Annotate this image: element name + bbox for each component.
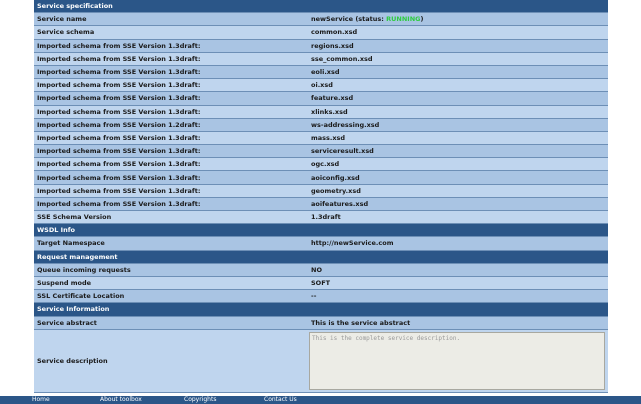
queue-requests-label: Queue incoming requests bbox=[37, 265, 131, 274]
row-value: mass.xsd bbox=[311, 133, 346, 142]
row-service-description: Service description This is the complete… bbox=[34, 329, 608, 393]
table-row: Imported schema from SSE Version 1.3draf… bbox=[34, 131, 608, 146]
service-name-label: Service name bbox=[37, 15, 87, 24]
row-label: Imported schema from SSE Version 1.3draf… bbox=[37, 68, 201, 77]
row-value: eoli.xsd bbox=[311, 68, 340, 77]
row-label: Imported schema from SSE Version 1.3draf… bbox=[37, 54, 201, 63]
row-value: common.xsd bbox=[311, 28, 358, 37]
row-value: sse_common.xsd bbox=[311, 54, 373, 63]
queue-requests-value: NO bbox=[311, 265, 322, 274]
service-name-value: newService (status: RUNNING) bbox=[307, 15, 608, 23]
row-ssl-certificate: SSL Certificate Location -- bbox=[34, 290, 608, 304]
row-value: geometry.xsd bbox=[311, 186, 361, 195]
row-label: Service schema bbox=[37, 28, 95, 37]
service-name-text: newService (status: bbox=[311, 15, 387, 24]
row-suspend-mode: Suspend mode SOFT bbox=[34, 276, 608, 291]
ssl-certificate-value: -- bbox=[311, 292, 317, 301]
row-value: serviceresult.xsd bbox=[311, 147, 374, 156]
row-value: ogc.xsd bbox=[311, 160, 340, 169]
table-row: Imported schema from SSE Version 1.3draf… bbox=[34, 145, 608, 159]
row-label: SSE Schema Version bbox=[37, 213, 112, 222]
row-label: Imported schema from SSE Version 1.3draf… bbox=[37, 173, 201, 182]
footer-link-home[interactable]: Home bbox=[32, 396, 50, 404]
table-row: Imported schema from SSE Version 1.3draf… bbox=[34, 158, 608, 172]
row-label: Imported schema from SSE Version 1.3draf… bbox=[37, 107, 201, 116]
row-label: Imported schema from SSE Version 1.3draf… bbox=[37, 160, 201, 169]
service-name-suffix: ) bbox=[420, 15, 424, 24]
service-abstract-value: This is the service abstract bbox=[311, 318, 411, 327]
service-description-label: Service description bbox=[37, 356, 108, 365]
row-label: Imported schema from SSE Version 1.3draf… bbox=[37, 94, 201, 103]
section-header-service-spec: Service specification bbox=[34, 0, 608, 14]
row-value: regions.xsd bbox=[311, 41, 354, 50]
section-header-request: Request management bbox=[34, 250, 608, 264]
footer-bar: Home About toolbox Copyrights Contact Us bbox=[0, 396, 641, 404]
row-target-namespace: Target Namespace http://newService.com bbox=[34, 237, 608, 251]
row-queue-requests: Queue incoming requests NO bbox=[34, 263, 608, 277]
service-description-field[interactable]: This is the complete service description… bbox=[309, 331, 605, 390]
service-status: RUNNING bbox=[386, 15, 421, 24]
section-header-service-info: Service Information bbox=[34, 303, 608, 317]
table-row: SSE Schema Version 1.3draft bbox=[34, 211, 608, 225]
row-label: Imported schema from SSE Version 1.3draf… bbox=[37, 81, 201, 90]
table-row: Imported schema from SSE Version 1.3draf… bbox=[34, 105, 608, 119]
row-label: Imported schema from SSE Version 1.2draf… bbox=[37, 120, 201, 129]
table-row: Imported schema from SSE Version 1.2draf… bbox=[34, 118, 608, 132]
row-label: Imported schema from SSE Version 1.3draf… bbox=[37, 147, 201, 156]
section-header-wsdl: WSDL Info bbox=[34, 224, 608, 238]
ssl-certificate-label: SSL Certificate Location bbox=[37, 292, 125, 301]
row-value: feature.xsd bbox=[311, 94, 354, 103]
service-abstract-label: Service abstract bbox=[37, 318, 97, 327]
row-service-abstract: Service abstract This is the service abst… bbox=[34, 316, 608, 330]
target-namespace-value: http://newService.com bbox=[311, 239, 394, 248]
service-spec-panel: Service specification Service name newSe… bbox=[34, 0, 608, 393]
row-service-name: Service name newService (status: RUNNING… bbox=[34, 13, 608, 27]
target-namespace-label: Target Namespace bbox=[37, 239, 105, 248]
table-row: Imported schema from SSE Version 1.3draf… bbox=[34, 197, 608, 211]
table-row: Imported schema from SSE Version 1.3draf… bbox=[34, 65, 608, 80]
row-value: oi.xsd bbox=[311, 81, 333, 90]
row-label: Imported schema from SSE Version 1.3draf… bbox=[37, 199, 201, 208]
footer-link-about-toolbox[interactable]: About toolbox bbox=[100, 396, 142, 404]
row-label: Imported schema from SSE Version 1.3draf… bbox=[37, 41, 201, 50]
row-value: aoifeatures.xsd bbox=[311, 199, 369, 208]
row-value: aoiconfig.xsd bbox=[311, 173, 360, 182]
row-label: Imported schema from SSE Version 1.3draf… bbox=[37, 133, 201, 142]
suspend-mode-value: SOFT bbox=[311, 279, 331, 288]
service-description-container: This is the complete service description… bbox=[307, 330, 608, 392]
row-value: 1.3draft bbox=[311, 213, 341, 222]
row-value: xlinks.xsd bbox=[311, 107, 348, 116]
row-value: ws-addressing.xsd bbox=[311, 120, 380, 129]
row-label: Imported schema from SSE Version 1.3draf… bbox=[37, 186, 201, 195]
table-row: Imported schema from SSE Version 1.3draf… bbox=[34, 184, 608, 198]
table-row: Imported schema from SSE Version 1.3draf… bbox=[34, 92, 608, 106]
table-row: Service schema common.xsd bbox=[34, 26, 608, 40]
table-row: Imported schema from SSE Version 1.3draf… bbox=[34, 52, 608, 66]
suspend-mode-label: Suspend mode bbox=[37, 279, 92, 288]
table-row: Imported schema from SSE Version 1.3draf… bbox=[34, 39, 608, 53]
table-row: Imported schema from SSE Version 1.3draf… bbox=[34, 79, 608, 93]
table-row: Imported schema from SSE Version 1.3draf… bbox=[34, 171, 608, 185]
footer-link-copyrights[interactable]: Copyrights bbox=[184, 396, 216, 404]
footer-link-contact-us[interactable]: Contact Us bbox=[264, 396, 297, 404]
